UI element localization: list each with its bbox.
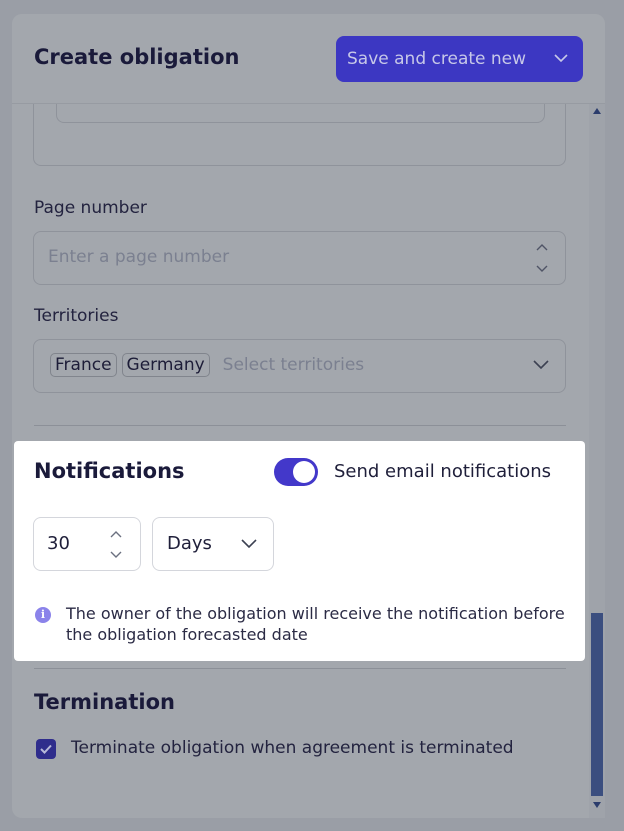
save-and-create-new-button[interactable]: Save and create new (336, 36, 583, 82)
stepper-up-icon[interactable] (110, 530, 122, 538)
page-number-label: Page number (34, 198, 147, 218)
notifications-section: Notifications Send email notifications 3… (14, 441, 585, 661)
notification-amount-value: 30 (47, 533, 70, 554)
notification-amount-input[interactable]: 30 (33, 517, 141, 571)
terminate-checkbox[interactable] (36, 739, 56, 759)
notification-unit-select[interactable]: Days (152, 517, 274, 571)
section-divider (34, 425, 566, 426)
info-icon: i (35, 607, 51, 623)
chevron-down-icon[interactable] (533, 360, 549, 370)
chevron-down-icon[interactable] (553, 50, 569, 66)
scroll-up-arrow-icon[interactable] (593, 108, 601, 114)
stepper-down-icon[interactable] (536, 265, 548, 273)
notifications-title: Notifications (34, 459, 185, 483)
stepper-down-icon[interactable] (110, 551, 122, 559)
territory-chip[interactable]: France (50, 353, 117, 377)
stepper-up-icon[interactable] (536, 243, 548, 251)
checkmark-icon (40, 744, 52, 754)
scroll-down-arrow-icon[interactable] (593, 802, 601, 808)
termination-title: Termination (34, 690, 175, 714)
email-notifications-label: Send email notifications (334, 461, 552, 482)
page-number-input[interactable]: Enter a page number (33, 231, 566, 285)
save-button-label: Save and create new (347, 49, 527, 69)
scrollbar-thumb[interactable] (591, 613, 603, 796)
page-title: Create obligation (34, 45, 240, 69)
territory-chip[interactable]: Germany (121, 353, 210, 377)
email-notifications-toggle[interactable] (274, 458, 318, 486)
page-number-placeholder: Enter a page number (48, 247, 230, 267)
notification-unit-value: Days (167, 533, 212, 554)
notification-info-text: The owner of the obligation will receive… (66, 604, 565, 644)
territories-label: Territories (34, 306, 119, 326)
territories-placeholder: Select territories (222, 355, 365, 375)
modal-header: Create obligation Save and create new (12, 14, 605, 104)
chevron-down-icon[interactable] (241, 539, 257, 549)
territories-select[interactable]: France Germany Select territories (33, 339, 566, 393)
terminate-checkbox-label: Terminate obligation when agreement is t… (71, 738, 514, 758)
toggle-knob (293, 461, 315, 483)
section-divider (34, 668, 566, 669)
